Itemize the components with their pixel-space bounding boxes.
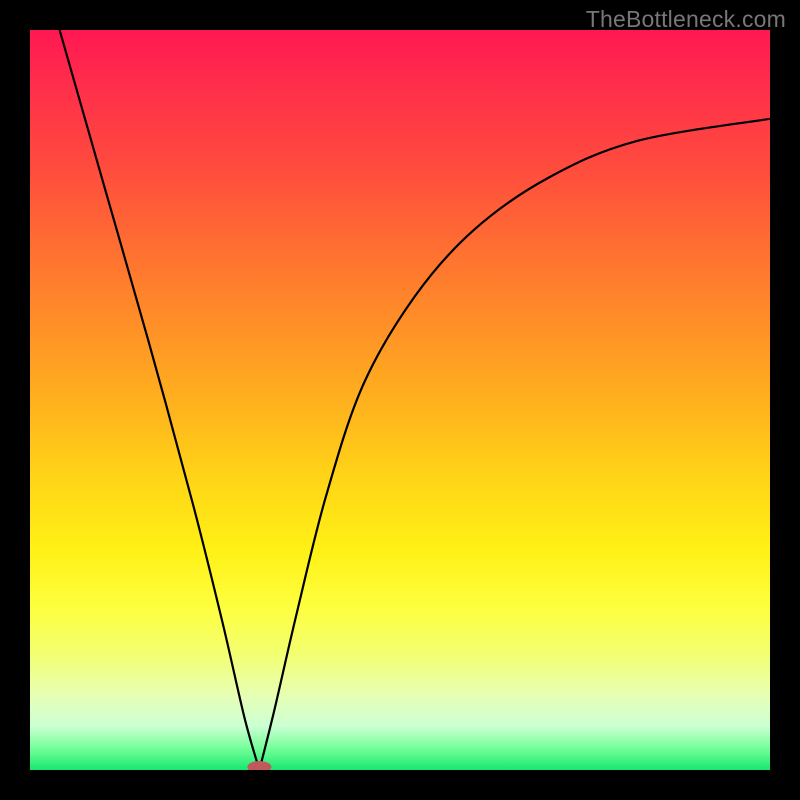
curve-svg	[30, 30, 770, 770]
plot-area	[30, 30, 770, 770]
curve-right-branch	[259, 119, 770, 770]
curve-left-branch	[60, 30, 260, 770]
watermark-text: TheBottleneck.com	[586, 6, 786, 33]
minimum-marker	[247, 761, 271, 770]
chart-frame: TheBottleneck.com	[0, 0, 800, 800]
